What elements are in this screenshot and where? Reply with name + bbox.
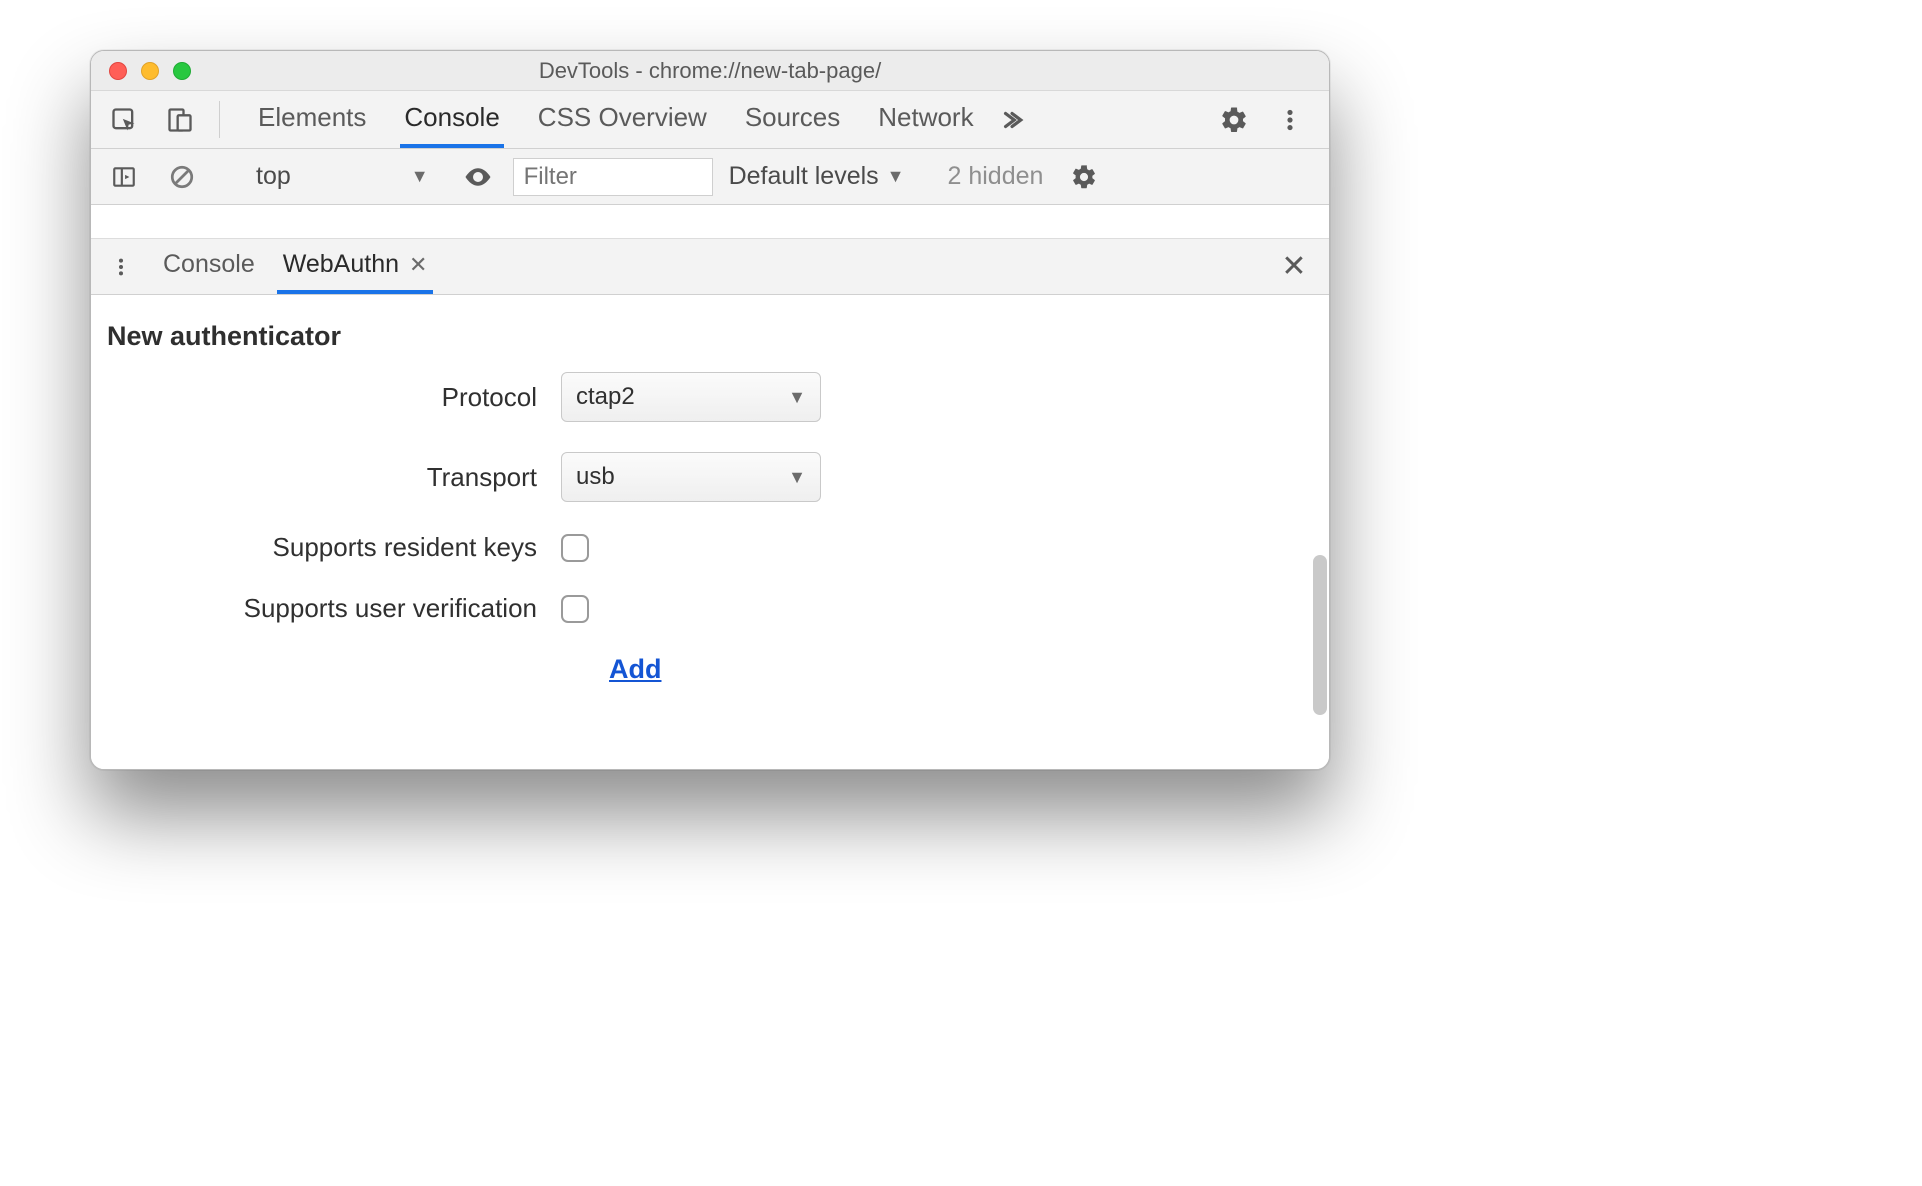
protocol-select[interactable]: ctap2 ▼ <box>561 372 821 422</box>
transport-label: Transport <box>131 462 561 493</box>
tab-network[interactable]: Network <box>874 91 977 148</box>
console-toolbar: top ▼ Default levels ▼ 2 hidden <box>91 149 1329 205</box>
more-options-icon[interactable] <box>1267 107 1313 133</box>
drawer-tabbar: Console WebAuthn ✕ ✕ <box>91 239 1329 295</box>
console-sidebar-toggle-icon[interactable] <box>101 164 147 190</box>
resident-keys-checkbox[interactable] <box>561 534 589 562</box>
main-toolbar: Elements Console CSS Overview Sources Ne… <box>91 91 1329 149</box>
close-window-button[interactable] <box>109 62 127 80</box>
console-settings-gear-icon[interactable] <box>1061 163 1107 191</box>
more-tabs-icon[interactable] <box>988 91 1034 148</box>
filter-input[interactable] <box>513 158 713 196</box>
transport-select[interactable]: usb ▼ <box>561 452 821 502</box>
drawer-menu-icon[interactable] <box>101 239 141 294</box>
levels-label: Default levels <box>729 162 879 191</box>
close-drawer-icon[interactable]: ✕ <box>1269 239 1319 294</box>
chevron-down-icon: ▼ <box>887 166 905 187</box>
execution-context-select[interactable]: top ▼ <box>242 162 443 191</box>
close-tab-icon[interactable]: ✕ <box>409 252 427 278</box>
new-authenticator-form: Protocol ctap2 ▼ Transport usb ▼ Support… <box>91 362 1329 705</box>
tab-console[interactable]: Console <box>400 91 503 148</box>
webauthn-panel: New authenticator Protocol ctap2 ▼ Trans… <box>91 295 1329 769</box>
console-output-area <box>91 205 1329 239</box>
drawer-tab-webauthn-label: WebAuthn <box>283 250 399 279</box>
protocol-label: Protocol <box>131 382 561 413</box>
separator <box>219 101 220 138</box>
settings-gear-icon[interactable] <box>1211 105 1257 135</box>
clear-console-icon[interactable] <box>159 164 205 190</box>
zoom-window-button[interactable] <box>173 62 191 80</box>
section-title: New authenticator <box>91 295 1329 362</box>
user-verification-checkbox[interactable] <box>561 595 589 623</box>
titlebar: DevTools - chrome://new-tab-page/ <box>91 51 1329 91</box>
devtools-window: DevTools - chrome://new-tab-page/ Elemen… <box>90 50 1330 770</box>
protocol-value: ctap2 <box>576 383 635 411</box>
main-tabs: Elements Console CSS Overview Sources Ne… <box>236 91 978 148</box>
chevron-down-icon: ▼ <box>788 467 806 488</box>
drawer-tab-webauthn[interactable]: WebAuthn ✕ <box>277 239 434 294</box>
minimize-window-button[interactable] <box>141 62 159 80</box>
tab-css-overview[interactable]: CSS Overview <box>534 91 711 148</box>
live-expression-eye-icon[interactable] <box>455 162 501 192</box>
chevron-down-icon: ▼ <box>411 166 429 187</box>
device-toolbar-icon[interactable] <box>157 91 203 148</box>
hidden-messages-count[interactable]: 2 hidden <box>942 162 1050 191</box>
resident-keys-label: Supports resident keys <box>131 532 561 563</box>
transport-value: usb <box>576 463 615 491</box>
traffic-lights <box>91 62 191 80</box>
tab-elements[interactable]: Elements <box>254 91 370 148</box>
tab-sources[interactable]: Sources <box>741 91 844 148</box>
user-verification-label: Supports user verification <box>131 593 561 624</box>
context-value: top <box>256 162 291 191</box>
add-authenticator-button[interactable]: Add <box>609 654 661 685</box>
inspect-element-icon[interactable] <box>101 91 147 148</box>
chevron-down-icon: ▼ <box>788 387 806 408</box>
log-levels-select[interactable]: Default levels ▼ <box>725 162 905 191</box>
drawer-tab-console[interactable]: Console <box>157 239 261 294</box>
window-title: DevTools - chrome://new-tab-page/ <box>91 58 1329 84</box>
vertical-scrollbar[interactable] <box>1313 555 1327 715</box>
